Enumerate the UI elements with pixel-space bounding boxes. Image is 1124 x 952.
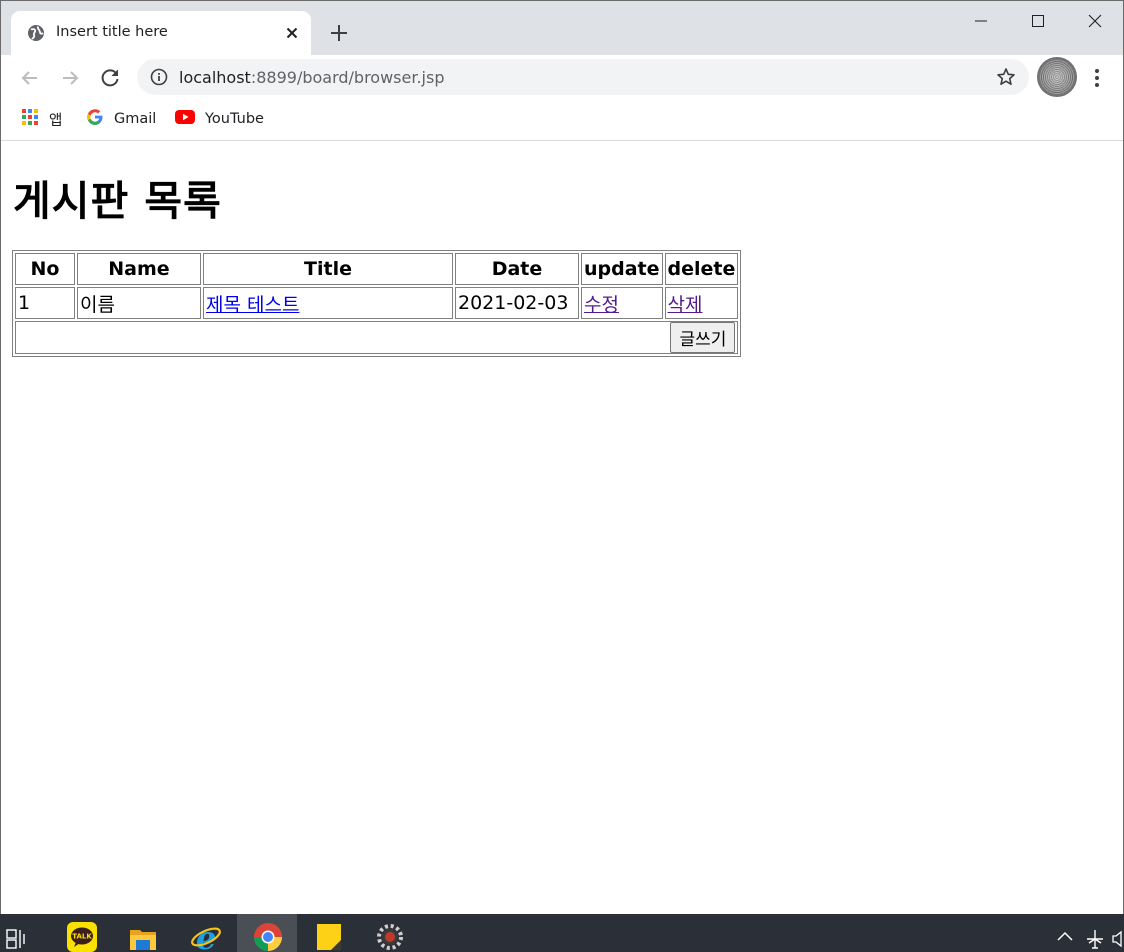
google-g-icon <box>86 108 104 130</box>
tab-strip: Insert title here <box>1 1 1123 55</box>
cell-update: 수정 <box>581 287 663 319</box>
bookmark-youtube[interactable]: YouTube <box>175 108 264 130</box>
table-row: 1 이름 제목 테스트 2021-02-03 수정 삭제 <box>15 287 739 319</box>
page-title: 게시판 목록 <box>13 177 222 225</box>
title-link[interactable]: 제목 테스트 <box>206 294 299 316</box>
back-arrow-icon[interactable] <box>17 65 43 91</box>
column-header-no: No <box>15 253 75 285</box>
site-info-icon[interactable] <box>150 68 168 86</box>
write-cell: 글쓰기 <box>15 321 739 354</box>
chevron-up-icon <box>1057 931 1073 941</box>
column-header-title: Title <box>203 253 453 285</box>
volume-icon <box>1112 930 1122 948</box>
close-tab-icon[interactable] <box>283 24 301 42</box>
close-window-icon[interactable] <box>1072 7 1118 35</box>
bookmark-gmail[interactable]: Gmail <box>86 108 156 130</box>
browser-toolbar: localhost:8899/board/browser.jsp <box>1 55 1123 101</box>
delete-link[interactable]: 삭제 <box>668 294 703 316</box>
taskbar: TALK e <box>0 914 1124 952</box>
bookmark-apps[interactable]: 앱 <box>21 108 62 130</box>
cell-date: 2021-02-03 <box>455 287 579 319</box>
bookmark-label: Gmail <box>114 111 157 127</box>
apps-grid-icon <box>21 108 39 130</box>
url-host: localhost <box>179 68 251 87</box>
browser-window: Insert title here localhost:8899/board/b… <box>0 0 1124 915</box>
bookmark-label: 앱 <box>49 112 63 129</box>
taskbar-file-explorer[interactable] <box>112 914 172 952</box>
globe-icon <box>27 24 45 42</box>
taskbar-sticky-notes[interactable] <box>298 914 358 952</box>
chrome-icon <box>254 923 282 951</box>
taskbar-kakaotalk[interactable]: TALK <box>51 914 111 952</box>
taskbar-internet-explorer[interactable]: e <box>174 914 234 952</box>
cell-title: 제목 테스트 <box>203 287 453 319</box>
file-explorer-icon <box>130 930 156 950</box>
column-header-date: Date <box>455 253 579 285</box>
more-menu-icon[interactable] <box>1087 67 1107 89</box>
url-path: :8899/board/browser.jsp <box>250 68 445 87</box>
column-header-delete: delete <box>664 253 739 285</box>
task-view-icon <box>6 929 25 949</box>
write-button[interactable]: 글쓰기 <box>670 322 736 353</box>
show-hidden-icons-button[interactable] <box>1052 914 1076 952</box>
taskbar-settings-app[interactable] <box>359 914 419 952</box>
cell-delete: 삭제 <box>664 287 739 319</box>
table-header-row: No Name Title Date update delete <box>15 253 739 285</box>
volume-button[interactable] <box>1110 914 1124 952</box>
column-header-name: Name <box>77 253 201 285</box>
page-content: 게시판 목록 No Name Title Date update delete … <box>1 141 1123 915</box>
youtube-icon <box>175 109 195 129</box>
kakaotalk-icon: TALK <box>67 922 97 952</box>
board-table: No Name Title Date update delete 1 이름 제목… <box>12 250 742 357</box>
address-bar[interactable]: localhost:8899/board/browser.jsp <box>137 59 1029 95</box>
browser-tab[interactable]: Insert title here <box>11 11 311 55</box>
cell-name: 이름 <box>77 287 201 319</box>
tab-title: Insert title here <box>56 24 168 40</box>
bookmark-label: YouTube <box>205 111 264 127</box>
update-link[interactable]: 수정 <box>584 294 619 316</box>
profile-avatar[interactable] <box>1037 57 1077 97</box>
url-text: localhost:8899/board/browser.jsp <box>179 68 445 87</box>
write-row: 글쓰기 <box>15 321 739 354</box>
sticky-notes-icon <box>317 924 341 950</box>
internet-explorer-icon: e <box>191 922 221 952</box>
maximize-window-icon[interactable] <box>1015 7 1061 35</box>
cell-no: 1 <box>15 287 75 319</box>
airplane-mode-button[interactable] <box>1082 914 1106 952</box>
airplane-icon <box>1087 930 1103 949</box>
reload-icon[interactable] <box>97 65 123 91</box>
forward-arrow-icon[interactable] <box>57 65 83 91</box>
bookmarks-bar: 앱 Gmail YouTube <box>1 101 1123 141</box>
task-view-button[interactable] <box>0 914 40 952</box>
svg-text:TALK: TALK <box>72 933 92 941</box>
new-tab-plus-icon[interactable] <box>328 22 350 44</box>
bookmark-star-icon[interactable] <box>996 67 1016 87</box>
settings-gear-icon <box>377 924 403 950</box>
minimize-window-icon[interactable] <box>958 7 1004 35</box>
taskbar-chrome[interactable] <box>237 914 297 952</box>
svg-text:e: e <box>196 922 216 952</box>
column-header-update: update <box>581 253 663 285</box>
